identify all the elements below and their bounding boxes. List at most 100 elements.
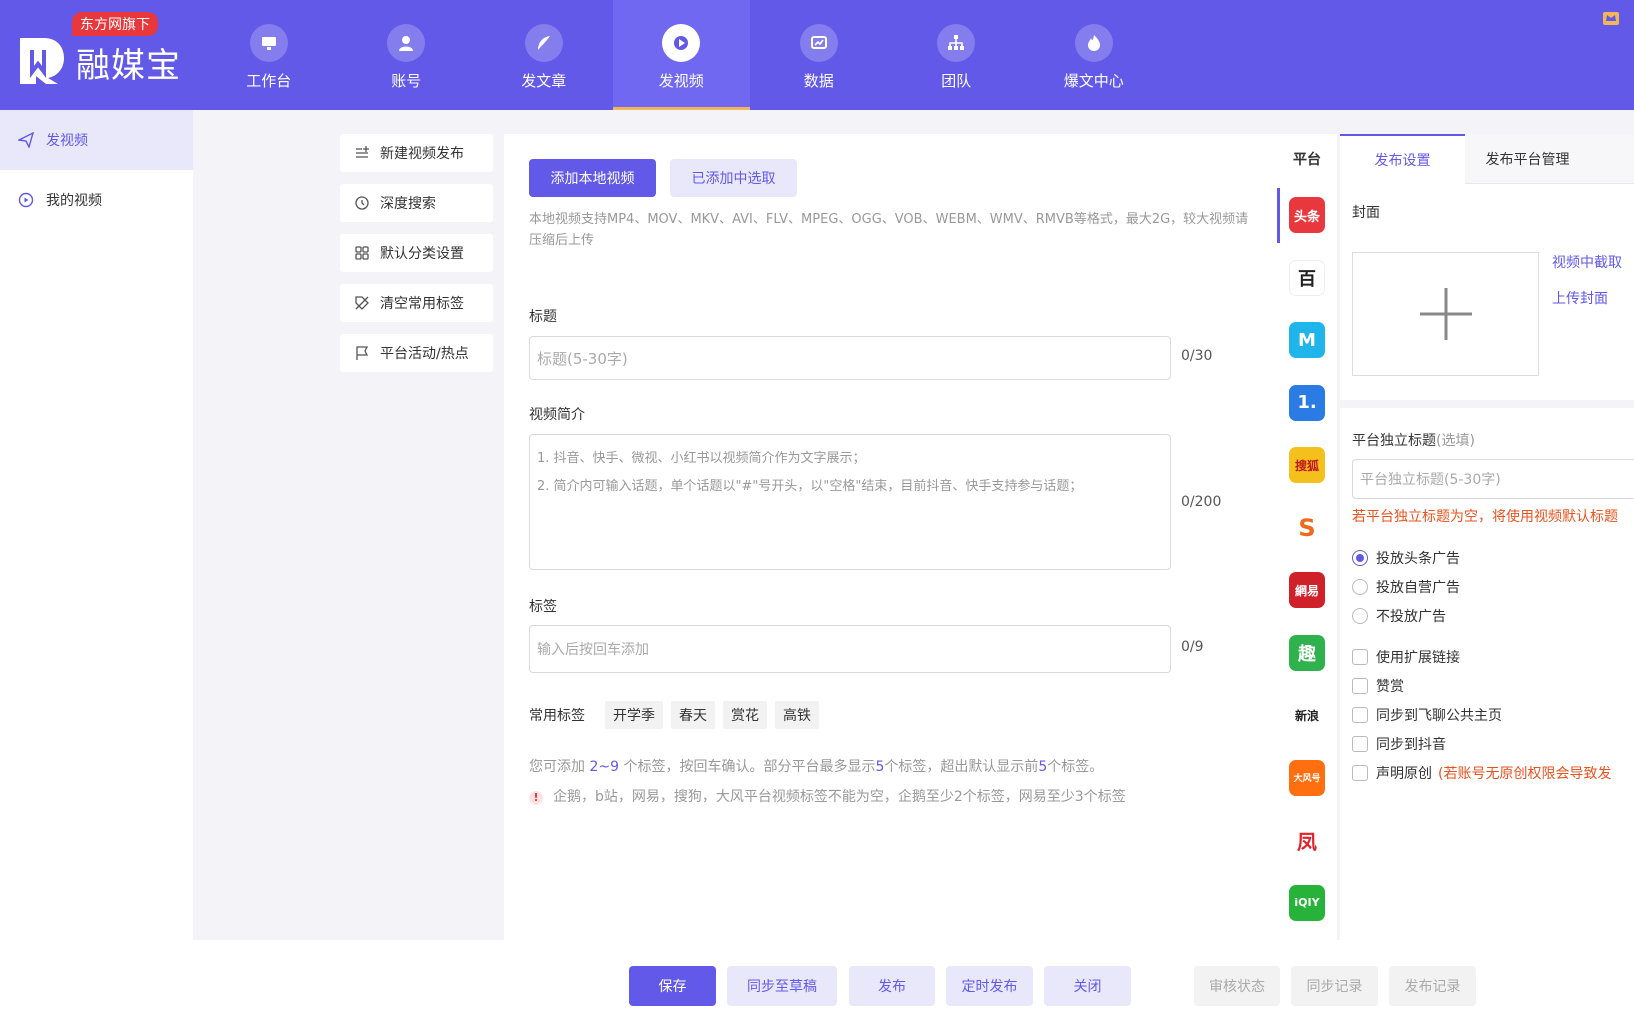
sidebar-item-publish-video[interactable]: 发视频	[0, 110, 193, 170]
hint-text: 个标签，按回车确认。部分平台最多显示	[619, 759, 876, 775]
check-sync-douyin[interactable]: 同步到抖音	[1352, 734, 1446, 754]
capture-from-video-link[interactable]: 视频中截取	[1552, 252, 1622, 272]
brand-logo[interactable]: 东方网旗下 融媒宝	[18, 12, 198, 102]
independent-title-placeholder: 平台独立标题(5-30字)	[1360, 472, 1501, 488]
platform-wangyi[interactable]: 網易	[1277, 559, 1337, 622]
platform-toutiao[interactable]: 头条	[1277, 184, 1337, 247]
save-button[interactable]: 保存	[629, 966, 716, 1006]
upload-cover-link[interactable]: 上传封面	[1552, 288, 1608, 308]
top-navigation: 东方网旗下 融媒宝 工作台 账号 发文章 发视频 数据 团队 爆文中心	[0, 0, 1634, 110]
publish-button[interactable]: 发布	[849, 966, 935, 1006]
user-icon	[387, 24, 426, 62]
video-form: 添加本地视频 已添加中选取 本地视频支持MP4、MOV、MKV、AVI、FLV、…	[504, 134, 1277, 940]
platform-iqiyi[interactable]: iQIY	[1277, 872, 1337, 935]
sohu-icon: 搜狐	[1289, 447, 1325, 484]
cover-upload-box[interactable]	[1352, 252, 1539, 376]
platform-dafeng[interactable]: 大风号	[1277, 747, 1337, 810]
check-reward[interactable]: 赞赏	[1352, 676, 1404, 696]
platform-sohu[interactable]: 搜狐	[1277, 434, 1337, 497]
title-input[interactable]: 标题(5-30字)	[529, 336, 1171, 380]
default-category-button[interactable]: 默认分类设置	[340, 234, 493, 272]
tab-publish-settings[interactable]: 发布设置	[1340, 134, 1465, 184]
dayu-icon: M	[1289, 322, 1325, 359]
publish-settings: 发布设置 发布平台管理 封面 视频中截取 上传封面 平台独立标题(选填) 平台独…	[1340, 134, 1634, 940]
nav-workbench[interactable]: 工作台	[200, 0, 338, 110]
intro-counter: 0/200	[1181, 494, 1222, 510]
ad-option-toutiao[interactable]: 投放头条广告	[1352, 548, 1460, 568]
nav-video[interactable]: 发视频	[612, 0, 750, 110]
option-label: 投放头条广告	[1376, 551, 1460, 567]
review-status-button[interactable]: 审核状态	[1194, 966, 1280, 1006]
intro-textarea[interactable]: 1. 抖音、快手、微视、小红书以视频简介作为文字展示； 2. 简介内可输入话题，…	[529, 434, 1171, 570]
check-extension-link[interactable]: 使用扩展链接	[1352, 647, 1460, 667]
close-button[interactable]: 关闭	[1044, 966, 1131, 1006]
tags-label: 标签	[529, 599, 557, 615]
tool-label: 平台活动/热点	[380, 346, 469, 362]
brand-name: 融媒宝	[76, 46, 181, 86]
intro-placeholder-line: 2. 简介内可输入话题，单个话题以"#"号开头，以"空格"结束，目前抖音、快手支…	[537, 479, 1083, 494]
common-tag[interactable]: 赏花	[723, 701, 767, 729]
tools-panel: 新建视频发布 深度搜索 默认分类设置 清空常用标签 平台活动/热点	[340, 134, 493, 384]
dafeng-icon: 大风号	[1289, 759, 1325, 796]
nav-team[interactable]: 团队	[888, 0, 1026, 110]
feather-icon	[524, 24, 563, 62]
sync-log-button[interactable]: 同步记录	[1291, 966, 1378, 1006]
platform-list: 平台 头条 百 M 1. 搜狐 S 網易 趣 新浪 大风号 凤 iQIY	[1277, 134, 1337, 940]
monitor-icon	[249, 24, 288, 62]
platform-baijiahao[interactable]: 百	[1277, 247, 1337, 310]
hint-highlight: 5	[1038, 759, 1048, 775]
action-bar: 保存 同步至草稿 发布 定时发布 关闭 审核状态 同步记录 发布记录	[193, 940, 1634, 1025]
radio	[1352, 608, 1368, 624]
tab-platform-manage[interactable]: 发布平台管理	[1465, 134, 1590, 184]
brand-badge: 东方网旗下	[72, 12, 158, 36]
yidian-icon: 1.	[1289, 384, 1325, 421]
common-tags-label: 常用标签	[529, 708, 585, 724]
platform-qiehao[interactable]: S	[1277, 497, 1337, 560]
qutoutiao-icon: 趣	[1289, 634, 1325, 671]
hint-text: 个标签，超出默认显示前	[884, 759, 1039, 775]
sync-draft-button[interactable]: 同步至草稿	[727, 966, 837, 1006]
platform-fenghuang[interactable]: 凤	[1277, 809, 1337, 872]
common-tag[interactable]: 春天	[671, 701, 715, 729]
option-label: 赞赏	[1376, 679, 1404, 695]
clear-tags-button[interactable]: 清空常用标签	[340, 284, 493, 322]
sidebar-item-label: 我的视频	[46, 193, 102, 209]
history-icon	[355, 196, 369, 210]
checkbox	[1352, 765, 1368, 781]
warning-text: 企鹅，b站，网易，搜狗，大风平台视频标签不能为空，企鹅至少2个标签，网易至少3个…	[553, 789, 1126, 805]
nav-account[interactable]: 账号	[338, 0, 476, 110]
title-placeholder: 标题(5-30字)	[537, 349, 628, 368]
platform-dayu[interactable]: M	[1277, 309, 1337, 372]
crown-icon[interactable]	[1602, 10, 1620, 26]
independent-title-input[interactable]: 平台独立标题(5-30字)	[1352, 459, 1634, 499]
platform-qutoutiao[interactable]: 趣	[1277, 622, 1337, 685]
platform-yidian[interactable]: 1.	[1277, 372, 1337, 435]
publish-log-button[interactable]: 发布记录	[1389, 966, 1476, 1006]
platform-header: 平台	[1293, 152, 1321, 168]
hint-text: 您可添加	[529, 759, 590, 775]
sidebar-item-my-videos[interactable]: 我的视频	[0, 170, 193, 230]
tags-input[interactable]: 输入后按回车添加	[529, 625, 1171, 673]
left-sidebar: 发视频 我的视频	[0, 110, 193, 1025]
add-local-video-button[interactable]: 添加本地视频	[529, 159, 656, 197]
ad-option-self[interactable]: 投放自营广告	[1352, 577, 1460, 597]
select-added-video-button[interactable]: 已添加中选取	[670, 159, 797, 197]
platform-sina[interactable]: 新浪	[1277, 684, 1337, 747]
deep-search-button[interactable]: 深度搜索	[340, 184, 493, 222]
option-label: 同步到飞聊公共主页	[1376, 708, 1502, 724]
baijiahao-icon: 百	[1289, 259, 1325, 296]
platform-activity-button[interactable]: 平台活动/热点	[340, 334, 493, 372]
new-video-publish-button[interactable]: 新建视频发布	[340, 134, 493, 172]
common-tags-row: 常用标签 开学季 春天 赏花 高铁	[529, 701, 827, 729]
check-declare-original[interactable]: 声明原创 (若账号无原创权限会导致发	[1352, 763, 1611, 783]
check-sync-feiliao[interactable]: 同步到飞聊公共主页	[1352, 705, 1502, 725]
nav-article[interactable]: 发文章	[475, 0, 613, 110]
schedule-publish-button[interactable]: 定时发布	[946, 966, 1033, 1006]
common-tag[interactable]: 开学季	[605, 701, 663, 729]
nav-hot-articles[interactable]: 爆文中心	[1025, 0, 1163, 110]
team-icon	[937, 24, 976, 62]
nav-data[interactable]: 数据	[750, 0, 888, 110]
option-label: 使用扩展链接	[1376, 650, 1460, 666]
common-tag[interactable]: 高铁	[775, 701, 819, 729]
ad-option-none[interactable]: 不投放广告	[1352, 606, 1446, 626]
